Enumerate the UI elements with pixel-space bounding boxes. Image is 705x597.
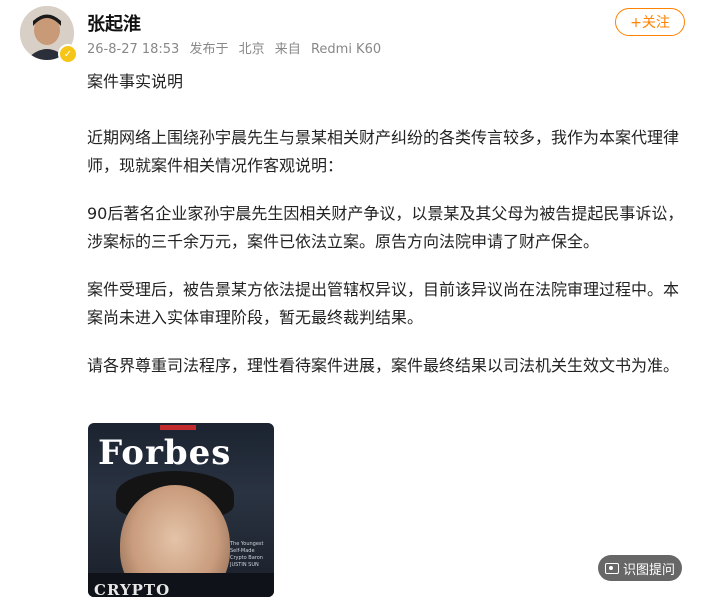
post-date: 26-8-27 18:53 — [87, 42, 180, 57]
post-device: Redmi K60 — [310, 42, 382, 57]
post-location: 北京 — [238, 42, 265, 57]
post-paragraph: 近期网络上围绕孙宇晨先生与景某相关财产纠纷的各类传言较多，我作为本案代理律师，现… — [87, 128, 680, 175]
post-title: 案件事实说明 — [87, 72, 184, 91]
post-paragraph: 90后著名企业家孙宇晨先生因相关财产争议，以景某及其父母为被告提起民事诉讼，涉案… — [87, 204, 684, 251]
follow-button[interactable]: +关注 — [615, 8, 685, 36]
post-image-magazine-cover[interactable]: Forbes The Youngest Self-Made Crypto Bar… — [88, 423, 274, 597]
post-body: 案件事实说明 近期网络上围绕孙宇晨先生与景某相关财产纠纷的各类传言较多，我作为本… — [87, 68, 692, 400]
cover-side-text: The Youngest Self-Made Crypto Baron JUST… — [230, 541, 264, 568]
weibo-post-card: ✓ 张起淮 26-8-27 18:53 发布于 北京 来自 Redmi K60 … — [8, 0, 698, 597]
device-prefix: 来自 — [274, 42, 301, 57]
verified-badge-icon: ✓ — [58, 44, 78, 64]
image-question-button[interactable]: 识图提问 — [598, 555, 682, 581]
post-paragraph: 请各界尊重司法程序，理性看待案件进展，案件最终结果以司法机关生效文书为准。 — [87, 356, 680, 375]
post-meta: 26-8-27 18:53 发布于 北京 来自 Redmi K60 — [87, 38, 387, 57]
username[interactable]: 张起淮 — [87, 10, 141, 36]
location-prefix: 发布于 — [189, 42, 229, 57]
cover-bottom-text: CRYPTO — [94, 581, 171, 597]
image-question-label: 识图提问 — [622, 562, 675, 578]
cover-logo: Forbes — [98, 433, 232, 473]
image-question-icon — [604, 562, 619, 574]
cover-flag — [160, 425, 196, 430]
post-paragraph: 案件受理后，被告景某方依法提出管辖权异议，目前该异议尚在法院审理过程中。本案尚未… — [87, 280, 680, 327]
